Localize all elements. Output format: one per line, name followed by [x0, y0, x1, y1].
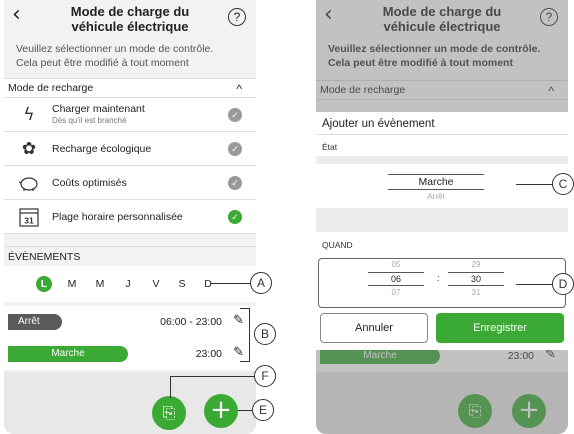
minute-selected[interactable]: 30: [448, 272, 504, 286]
callout-d-leader: [516, 284, 554, 285]
event-row-off[interactable]: Arrêt 06:00 - 23:00 ✎: [4, 306, 256, 338]
check-icon: ✓: [228, 108, 242, 122]
hour-prev[interactable]: 05: [378, 260, 414, 269]
instructions-line-2: Cela peut être modifié à tout moment: [16, 57, 189, 69]
mode-label: Charger maintenant: [52, 103, 145, 115]
state-pill-off: Arrêt: [8, 314, 62, 330]
calendar-number: 31: [24, 216, 34, 226]
callout-d: D: [552, 273, 574, 295]
check-icon: ✓: [228, 176, 242, 190]
left-phone-screen: ‹ Mode de charge du véhicule électrique …: [4, 0, 256, 434]
time-separator: :: [437, 273, 440, 283]
eco-flower-icon: ✿: [21, 139, 37, 159]
cancel-button[interactable]: Annuler: [320, 313, 428, 343]
calendar-icon-svg: 31: [19, 208, 39, 227]
state-picker-next[interactable]: Arrêt: [388, 192, 484, 201]
minute-prev[interactable]: 29: [458, 260, 494, 269]
callout-f: F: [254, 365, 276, 387]
mode-label: Coûts optimisés: [52, 177, 127, 189]
lightning-icon: ϟ: [23, 105, 35, 125]
callout-f-leader-vertical: [170, 376, 171, 398]
callout-b-bracket: [240, 308, 250, 362]
help-icon[interactable]: ?: [228, 8, 246, 26]
time-picker[interactable]: [318, 258, 566, 308]
hour-selected[interactable]: 06: [368, 272, 424, 286]
callout-e: E: [252, 399, 274, 421]
dialog-title: Ajouter un évènement: [322, 118, 435, 130]
callout-e-leader: [238, 410, 252, 411]
mode-sublabel: Dès qu'il est branché: [52, 116, 127, 125]
hour-next[interactable]: 07: [378, 288, 414, 297]
copy-schedule-button[interactable]: ⎘: [152, 396, 186, 430]
title-line-1: Mode de charge du: [70, 4, 190, 19]
minute-next[interactable]: 31: [458, 288, 494, 297]
mode-cost-optimized[interactable]: Coûts optimisés ✓: [4, 166, 256, 200]
title-line-2: véhicule électrique: [71, 19, 189, 34]
mode-label: Plage horaire personnalisée: [52, 211, 183, 223]
calendar-31-icon: 31: [18, 206, 40, 228]
state-label: État: [322, 142, 338, 152]
instructions-line-1: Veuillez sélectionner un mode de contrôl…: [16, 43, 214, 55]
mode-label: Recharge écologique: [52, 143, 152, 155]
event-time: 06:00 - 23:00: [160, 316, 222, 328]
day-saturday[interactable]: S: [174, 276, 190, 292]
piggy-bank-icon-svg: [18, 177, 38, 191]
callout-b: B: [254, 323, 276, 345]
recharge-mode-label: Mode de recharge: [8, 82, 94, 94]
band: [316, 156, 568, 164]
day-tuesday[interactable]: M: [64, 276, 80, 292]
recharge-mode-header[interactable]: Mode de recharge ^: [4, 78, 256, 98]
piggy-bank-icon: [18, 172, 40, 194]
day-wednesday[interactable]: M: [92, 276, 108, 292]
state-pill-on: Marche: [8, 346, 128, 362]
callout-c: C: [552, 173, 574, 195]
chevron-up-icon[interactable]: ^: [236, 80, 242, 98]
day-monday[interactable]: L: [36, 276, 52, 292]
mode-eco-charge[interactable]: ✿ Recharge écologique ✓: [4, 132, 256, 166]
mode-custom-schedule[interactable]: 31 Plage horaire personnalisée ✓: [4, 200, 256, 234]
day-selector: L M M J V S D: [4, 266, 256, 302]
day-friday[interactable]: V: [148, 276, 164, 292]
state-picker-selected[interactable]: Marche: [388, 174, 484, 190]
add-event-button[interactable]: +: [204, 394, 238, 428]
band: [316, 208, 568, 232]
bottom-bar: ⎘ +: [4, 372, 256, 434]
callout-c-leader: [516, 184, 554, 185]
header: ‹ Mode de charge du véhicule électrique …: [4, 0, 256, 40]
check-selected-icon: ✓: [228, 210, 242, 224]
when-label: QUAND: [322, 240, 353, 250]
callout-a-leader: [210, 283, 250, 284]
event-time: 23:00: [195, 348, 222, 360]
page-title: Mode de charge du véhicule électrique: [44, 4, 216, 34]
check-icon: ✓: [228, 142, 242, 156]
event-row-on[interactable]: Marche 23:00 ✎: [4, 338, 256, 370]
instructions-text: Veuillez sélectionner un mode de contrôl…: [16, 42, 252, 70]
day-sunday[interactable]: D: [200, 276, 216, 292]
day-thursday[interactable]: J: [120, 276, 136, 292]
save-button[interactable]: Enregistrer: [436, 313, 564, 343]
add-event-dialog: Ajouter un évènement État Marche Arrêt Q…: [316, 112, 568, 350]
mode-charge-now[interactable]: ϟ Charger maintenant Dès qu'il est branc…: [4, 98, 256, 132]
callout-f-leader: [171, 376, 255, 377]
callout-a: A: [250, 272, 272, 294]
events-header: ÉVÈNEMENTS: [4, 246, 256, 266]
divider: [316, 134, 568, 135]
right-phone-screen: ‹ Mode de charge du véhicule électrique …: [316, 0, 568, 434]
back-arrow-icon[interactable]: ‹: [12, 4, 21, 26]
